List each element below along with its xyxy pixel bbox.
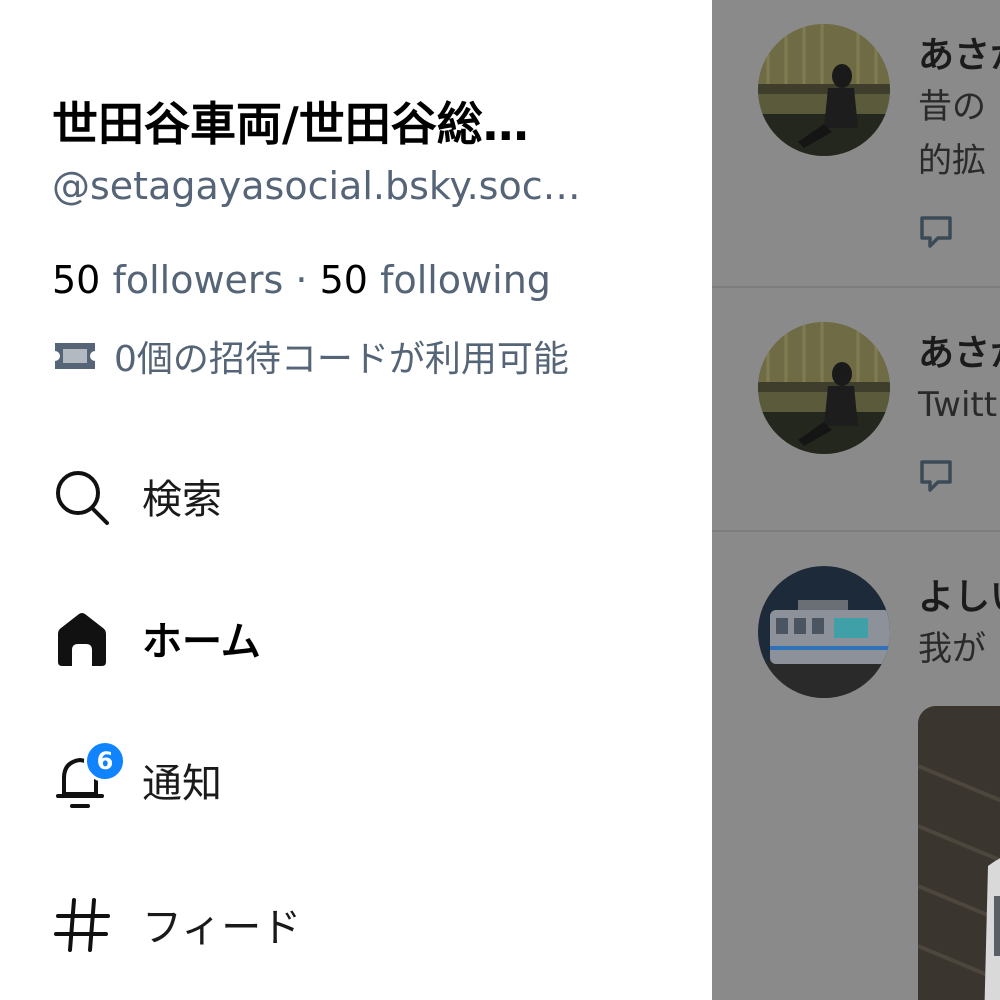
avatar[interactable]	[758, 322, 890, 454]
post-image[interactable]	[918, 706, 1000, 1000]
post-author[interactable]: あさか	[918, 324, 1000, 376]
feed-post[interactable]: あさか Twitt	[712, 288, 1000, 532]
followers-count[interactable]: 50	[52, 258, 100, 302]
post-text-line: 我が	[918, 629, 986, 669]
stats-separator: ·	[295, 258, 308, 302]
nav-home[interactable]: ホーム	[52, 598, 612, 678]
post-author[interactable]: よしい	[918, 568, 1000, 620]
post-author[interactable]: あさか	[918, 26, 1000, 78]
avatar[interactable]	[758, 566, 890, 698]
nav-notifications[interactable]: 6 通知	[52, 740, 612, 820]
invite-codes-label: 0個の招待コードが利用可能	[114, 339, 569, 380]
profile-handle[interactable]: @setagayasocial.bsky.soc…	[52, 164, 652, 208]
invite-codes-link[interactable]: 0個の招待コードが利用可能	[52, 330, 569, 382]
search-icon	[52, 466, 112, 526]
notification-count-badge: 6	[84, 740, 126, 782]
hash-icon	[52, 894, 112, 954]
post-text-line: 的拡	[918, 141, 986, 181]
home-icon	[52, 608, 112, 668]
feed-post[interactable]: あさか 昔の 的拡	[712, 0, 1000, 288]
following-count[interactable]: 50	[320, 258, 368, 302]
profile-display-name[interactable]: 世田谷車両/世田谷総…	[52, 88, 652, 154]
bell-icon: 6	[52, 740, 126, 810]
nav-search-label: 検索	[142, 477, 222, 523]
feed-post[interactable]: よしい 我が	[712, 532, 1000, 1000]
followers-label[interactable]: followers	[112, 258, 283, 302]
nav-notifications-label: 通知	[142, 761, 222, 807]
following-label[interactable]: following	[380, 258, 551, 302]
post-text-line: 昔の	[918, 87, 986, 127]
reply-icon[interactable]	[918, 214, 954, 250]
follow-stats: 50 followers · 50 following	[52, 258, 551, 302]
post-text-line: Twitt	[918, 385, 998, 425]
nav-home-label: ホーム	[142, 619, 261, 665]
ticket-icon	[55, 343, 95, 369]
nav-search[interactable]: 検索	[52, 456, 612, 536]
nav-feeds[interactable]: フィード	[52, 884, 612, 964]
reply-icon[interactable]	[918, 458, 954, 494]
avatar[interactable]	[758, 24, 890, 156]
nav-feeds-label: フィード	[142, 905, 302, 951]
feed-backdrop[interactable]: あさか 昔の 的拡 あさか Twitt	[712, 0, 1000, 1000]
side-drawer: 世田谷車両/世田谷総… @setagayasocial.bsky.soc… 50…	[0, 0, 712, 1000]
